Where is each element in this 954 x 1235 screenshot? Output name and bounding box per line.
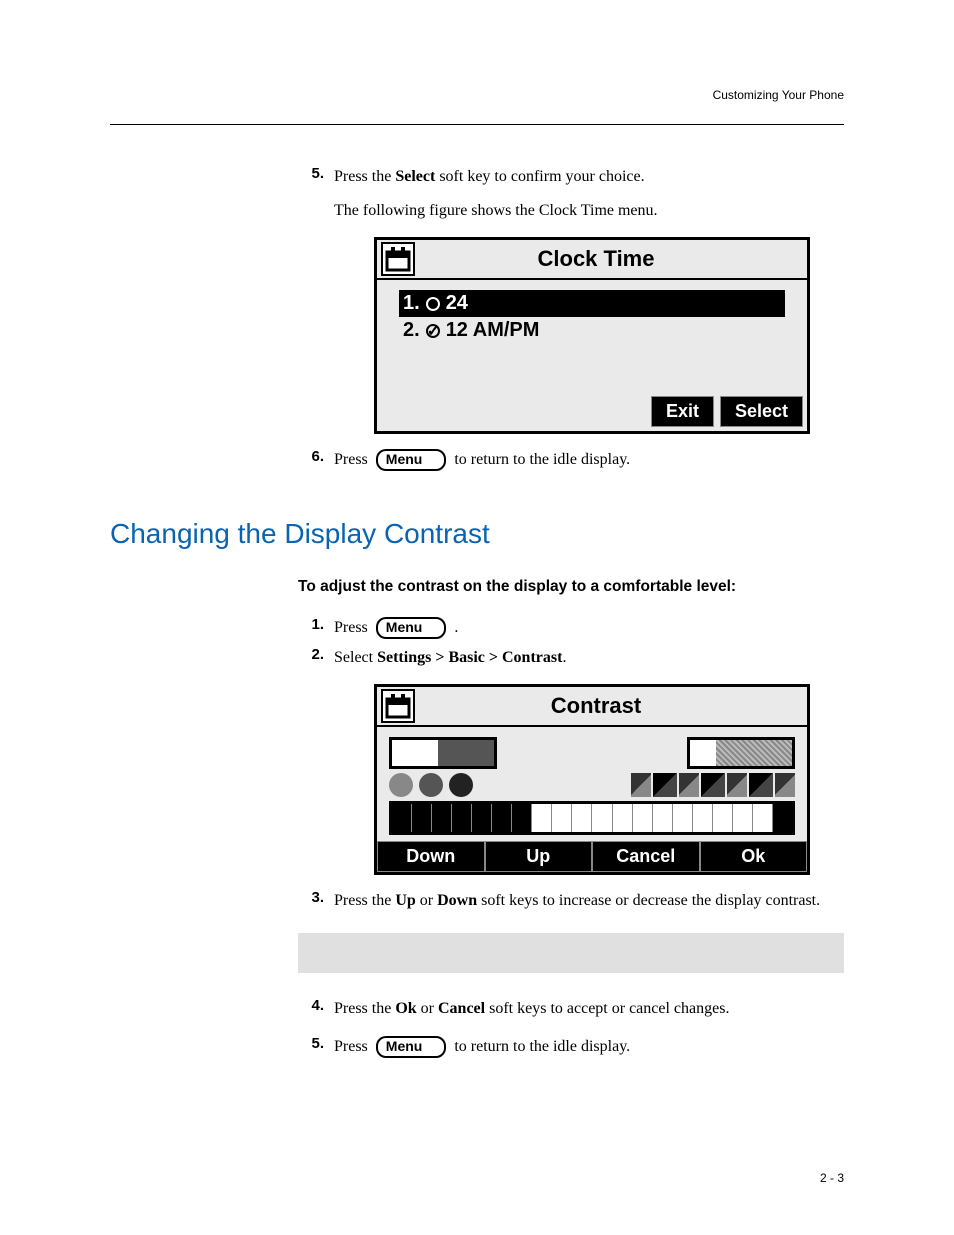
step-text: Press the Up or Down soft keys to increa…: [334, 889, 844, 913]
bold-text: Select: [395, 168, 435, 185]
softkey-exit[interactable]: Exit: [651, 396, 714, 427]
softkey-ok[interactable]: Ok: [700, 841, 808, 872]
step-b5: 5. Press Menu to return to the idle disp…: [298, 1035, 844, 1059]
step-number: 5.: [298, 165, 324, 182]
step-5-para: The following figure shows the Clock Tim…: [334, 199, 844, 223]
step-text: Press Menu .: [334, 616, 844, 640]
bold-text: Up: [395, 892, 415, 909]
text: Press the: [334, 1000, 395, 1017]
softkey-cancel[interactable]: Cancel: [592, 841, 700, 872]
bold-text: Cancel: [438, 1000, 485, 1017]
text: soft keys to accept or cancel changes.: [485, 1000, 729, 1017]
menu-key-icon[interactable]: Menu: [376, 617, 447, 639]
step-text: Press Menu to return to the idle display…: [334, 1035, 844, 1059]
step-b3: 3. Press the Up or Down soft keys to inc…: [298, 889, 844, 913]
text: Press: [334, 448, 368, 472]
figure-clock-time: Clock Time 1. 24 2. 12 AM/PM Exit: [374, 237, 844, 434]
screen-title: Contrast: [419, 693, 807, 719]
opt-num: 2.: [403, 319, 420, 342]
option-24[interactable]: 1. 24: [399, 290, 785, 317]
step-b1: 1. Press Menu .: [298, 616, 844, 640]
softkey-select[interactable]: Select: [720, 396, 803, 427]
calendar-icon: [381, 242, 415, 276]
procedure-lead-in: To adjust the contrast on the display to…: [298, 578, 844, 596]
step-text: Press Menu to return to the idle display…: [334, 448, 844, 472]
contrast-dots: [389, 773, 473, 797]
opt-num: 1.: [403, 292, 420, 315]
menu-key-icon[interactable]: Menu: [376, 1036, 447, 1058]
bold-text: Down: [437, 892, 477, 909]
contrast-sample-left: [389, 737, 497, 769]
note-placeholder: [298, 933, 844, 973]
softkey-down[interactable]: Down: [377, 841, 485, 872]
bold-text: Settings > Basic > Contrast: [377, 649, 562, 666]
step-text: Press the Select soft key to confirm you…: [334, 165, 844, 223]
text: or: [417, 1000, 438, 1017]
header-rule: [110, 124, 844, 125]
bold-text: Ok: [395, 1000, 416, 1017]
opt-label: 12 AM/PM: [446, 319, 540, 342]
text: Press the: [334, 168, 395, 185]
contrast-flags: [631, 773, 795, 797]
opt-label: 24: [446, 292, 468, 315]
text: .: [562, 649, 566, 666]
radio-unchecked-icon: [426, 297, 440, 311]
text: Press the: [334, 892, 395, 909]
calendar-icon: [381, 689, 415, 723]
text: Press: [334, 616, 368, 640]
contrast-sample-right: [687, 737, 795, 769]
page-number: 2 - 3: [820, 1171, 844, 1185]
text: Press: [334, 1035, 368, 1059]
step-b2: 2. Select Settings > Basic > Contrast.: [298, 646, 844, 670]
figure-contrast: Contrast: [374, 684, 844, 875]
step-5: 5. Press the Select soft key to confirm …: [298, 165, 844, 223]
step-6: 6. Press Menu to return to the idle disp…: [298, 448, 844, 472]
text: or: [416, 892, 437, 909]
section-heading: Changing the Display Contrast: [110, 518, 844, 550]
step-number: 3.: [298, 889, 324, 906]
softkey-up[interactable]: Up: [485, 841, 593, 872]
text: Select: [334, 649, 377, 666]
text: .: [454, 616, 458, 640]
step-number: 4.: [298, 997, 324, 1014]
text: to return to the idle display.: [454, 448, 630, 472]
menu-key-icon[interactable]: Menu: [376, 449, 447, 471]
step-number: 2.: [298, 646, 324, 663]
step-text: Select Settings > Basic > Contrast.: [334, 646, 844, 670]
running-head: Customizing Your Phone: [110, 88, 844, 102]
radio-checked-icon: [426, 324, 440, 338]
step-number: 6.: [298, 448, 324, 465]
step-text: Press the Ok or Cancel soft keys to acce…: [334, 997, 844, 1021]
text: to return to the idle display.: [454, 1035, 630, 1059]
text: soft keys to increase or decrease the di…: [477, 892, 820, 909]
step-b4: 4. Press the Ok or Cancel soft keys to a…: [298, 997, 844, 1021]
step-number: 1.: [298, 616, 324, 633]
option-12ampm[interactable]: 2. 12 AM/PM: [399, 317, 785, 344]
text: soft key to confirm your choice.: [435, 168, 644, 185]
step-number: 5.: [298, 1035, 324, 1052]
screen-title: Clock Time: [419, 246, 807, 272]
contrast-bar: [389, 801, 795, 835]
